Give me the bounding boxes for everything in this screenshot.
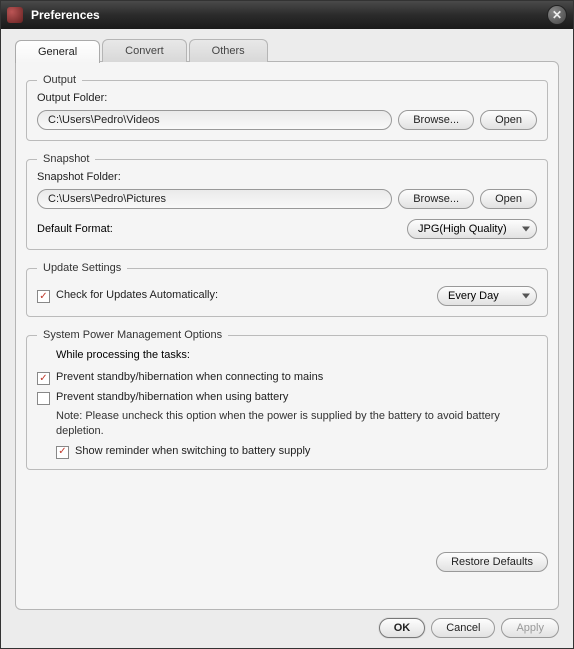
cancel-button[interactable]: Cancel [431,618,495,638]
output-folder-value: C:\Users\Pedro\Videos [48,114,160,126]
apply-button[interactable]: Apply [501,618,559,638]
snapshot-folder-value: C:\Users\Pedro\Pictures [48,193,166,205]
snapshot-group: Snapshot Snapshot Folder: C:\Users\Pedro… [26,153,548,250]
power-legend: System Power Management Options [37,329,228,341]
update-frequency-dropdown[interactable]: Every Day [437,286,537,306]
output-legend: Output [37,74,82,86]
power-note: Note: Please uncheck this option when th… [56,409,537,439]
show-reminder-checkbox[interactable] [56,446,69,459]
app-icon [7,7,23,23]
prevent-standby-battery-checkbox[interactable] [37,392,50,405]
close-button[interactable]: ✕ [547,5,567,25]
tab-bar: General Convert Others [15,39,559,62]
ok-button[interactable]: OK [379,618,426,638]
restore-defaults-button[interactable]: Restore Defaults [436,552,548,572]
check-updates-checkbox[interactable] [37,290,50,303]
chevron-down-icon [522,227,530,232]
close-icon: ✕ [552,8,562,22]
power-while-label: While processing the tasks: [56,349,537,361]
snapshot-format-value: JPG(High Quality) [418,223,507,235]
snapshot-folder-label: Snapshot Folder: [37,171,537,183]
tab-panel-general: Output Output Folder: C:\Users\Pedro\Vid… [15,61,559,610]
tab-convert[interactable]: Convert [102,39,187,62]
show-reminder-label: Show reminder when switching to battery … [75,445,310,457]
output-browse-button[interactable]: Browse... [398,110,474,130]
snapshot-open-button[interactable]: Open [480,189,537,209]
output-folder-field[interactable]: C:\Users\Pedro\Videos [37,110,392,130]
window-title: Preferences [31,8,547,22]
snapshot-browse-button[interactable]: Browse... [398,189,474,209]
snapshot-format-dropdown[interactable]: JPG(High Quality) [407,219,537,239]
update-frequency-value: Every Day [448,290,499,302]
snapshot-format-label: Default Format: [37,223,113,235]
prevent-standby-mains-label: Prevent standby/hibernation when connect… [56,371,323,383]
content-area: General Convert Others Output Output Fol… [1,29,573,610]
power-group: System Power Management Options While pr… [26,329,548,470]
update-group: Update Settings Check for Updates Automa… [26,262,548,317]
titlebar: Preferences ✕ [1,1,573,29]
output-folder-label: Output Folder: [37,92,537,104]
snapshot-legend: Snapshot [37,153,95,165]
prevent-standby-battery-label: Prevent standby/hibernation when using b… [56,391,288,403]
check-updates-label: Check for Updates Automatically: [56,289,218,301]
output-group: Output Output Folder: C:\Users\Pedro\Vid… [26,74,548,141]
preferences-window: Preferences ✕ General Convert Others Out… [0,0,574,649]
prevent-standby-mains-checkbox[interactable] [37,372,50,385]
tab-general[interactable]: General [15,40,100,63]
tab-others[interactable]: Others [189,39,268,62]
dialog-footer: OK Cancel Apply [1,610,573,648]
update-legend: Update Settings [37,262,127,274]
chevron-down-icon [522,294,530,299]
snapshot-folder-field[interactable]: C:\Users\Pedro\Pictures [37,189,392,209]
output-open-button[interactable]: Open [480,110,537,130]
